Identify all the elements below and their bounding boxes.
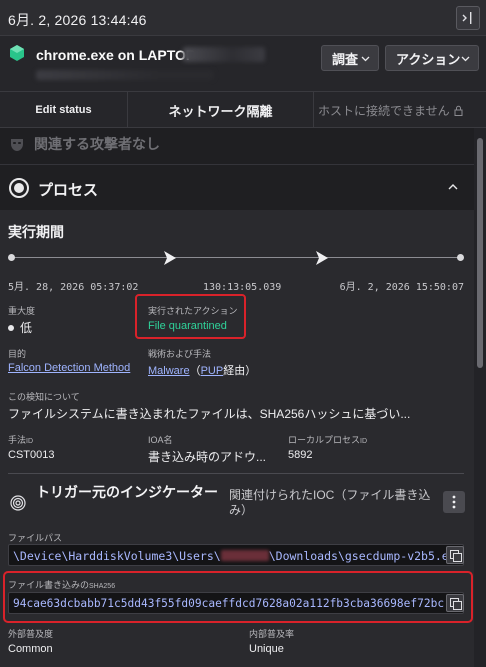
actions-button[interactable]: アクション [385,45,479,71]
severity-value: 低 [8,319,32,336]
timeline-start-dot [8,254,15,261]
scrollbar-thumb[interactable] [477,138,483,368]
trigger-indicator-subtitle: 関連付けられたIOC（ファイル書き込み） [229,488,431,517]
top-bar: 6月. 2, 2026 13:44:46 [0,0,486,36]
investigate-button[interactable]: 調査 [321,45,379,71]
local-process-id-label: ローカルプロセスID [288,433,367,446]
objective-link[interactable]: Falcon Detection Method [8,362,130,374]
network-isolation-button[interactable]: ネットワーク隔離 [128,92,314,128]
severity-dot-icon [8,324,14,331]
local-proc-label-text: ローカルプロセス [288,435,361,445]
execution-duration: 130:13:05.039 [203,282,282,293]
detection-timestamp: 6月. 2, 2026 13:44:46 [8,12,147,28]
host-header: chrome.exe on LAPTOP 調査 アクション [0,36,486,92]
file-path-value: \Device\HarddiskVolume3\Users\ \Downloads… [13,549,463,563]
tactic-value: Malware（PUP経由） [148,362,256,378]
external-prevalence-value: Common [8,643,53,655]
execution-end: 6月. 2, 2026 15:50:07 [339,282,464,293]
ioa-name-value: 書き込み時のアドウ... [148,450,267,464]
chevron-down-icon [361,56,370,62]
process-section-header[interactable]: プロセス [0,164,474,210]
tactic-paren-open: （ [189,365,201,377]
external-prevalence-label: 外部普及度 [8,629,54,639]
fingerprint-icon [10,495,26,511]
technique-label-text: 手法 [8,435,27,445]
expand-panel-icon [462,12,472,24]
tactic-suffix: 経由） [223,365,257,377]
redacted-user [36,70,214,80]
tactic-malware-link[interactable]: Malware [148,365,190,377]
timeline-end-dot [457,254,464,261]
internal-prevalence-label: 内部普及率 [249,629,295,639]
execution-period-title: 実行期間 [8,224,64,240]
file-path-suffix: \Downloads\gsecdump-v2b5.exe [268,549,463,563]
timeline-arrow-icon [316,251,328,265]
actions-label: アクション [396,51,461,67]
redacted-username [220,550,269,561]
about-detection-label: この検知について [8,392,80,402]
timeline-line [10,257,462,258]
local-process-id-value: 5892 [288,449,313,461]
copy-icon[interactable] [446,546,464,564]
related-attacker: 関連する攻撃者なし [8,134,160,154]
ioa-name-label: IOA名 [148,435,173,445]
about-detection-value: ファイルシステムに書き込まれたファイルは、SHA256ハッシュに基づい... [8,407,411,421]
technique-id-label: 手法ID [8,433,33,446]
local-proc-label-suffix: ID [360,438,368,445]
file-path-field[interactable]: \Device\HarddiskVolume3\Users\ \Downloads… [8,544,464,566]
tactic-label: 戦術および手法 [148,349,212,359]
edit-status-button[interactable]: Edit status [0,92,128,128]
redacted-hostname [183,47,265,62]
chevron-down-icon [461,56,470,62]
execution-timeline: 5月. 28, 2026 05:37:02 130:13:05.039 6月. … [8,250,464,293]
detection-details: 関連する攻撃者なし プロセス 実行期間 5月. 28, 2026 05:37:0… [0,128,474,667]
timeline-arrow-icon [164,251,176,265]
objective-label: 目的 [8,349,27,359]
severity-text: 低 [20,321,33,335]
process-icon [9,178,29,198]
tactic-pup-link[interactable]: PUP [201,365,224,377]
file-path-label: ファイルパス [8,533,63,543]
more-options-button[interactable] [443,491,465,513]
highlight-box-action [135,294,246,339]
severity-label: 重大度 [8,306,36,316]
host-hexagon-icon [10,45,24,61]
trigger-indicator-title: トリガー元のインジケーター [36,484,218,500]
host-title: chrome.exe on LAPTOP [36,47,196,63]
connect-host-button: ホストに接続できません [314,92,474,128]
technique-id-value: CST0013 [8,449,55,461]
scrollbar[interactable] [474,128,486,667]
expand-panel-button[interactable] [456,6,480,30]
highlight-box-sha256 [3,571,473,623]
internal-prevalence-value: Unique [249,643,284,655]
related-attacker-label: 関連する攻撃者なし [34,136,160,152]
connect-host-label: ホストに接続できません [318,103,450,118]
host-action-bar: Edit status ネットワーク隔離 ホストに接続できません [0,92,486,128]
file-path-prefix: \Device\HarddiskVolume3\Users\ [13,549,221,563]
process-title: プロセス [38,182,99,199]
chevron-up-icon[interactable] [448,183,458,191]
lock-icon [454,105,463,116]
divider [8,473,464,474]
technique-label-suffix: ID [26,438,34,445]
investigate-label: 調査 [332,51,359,67]
attacker-mask-icon [11,139,23,151]
execution-start: 5月. 28, 2026 05:37:02 [8,282,139,293]
kebab-menu-icon [452,495,456,509]
